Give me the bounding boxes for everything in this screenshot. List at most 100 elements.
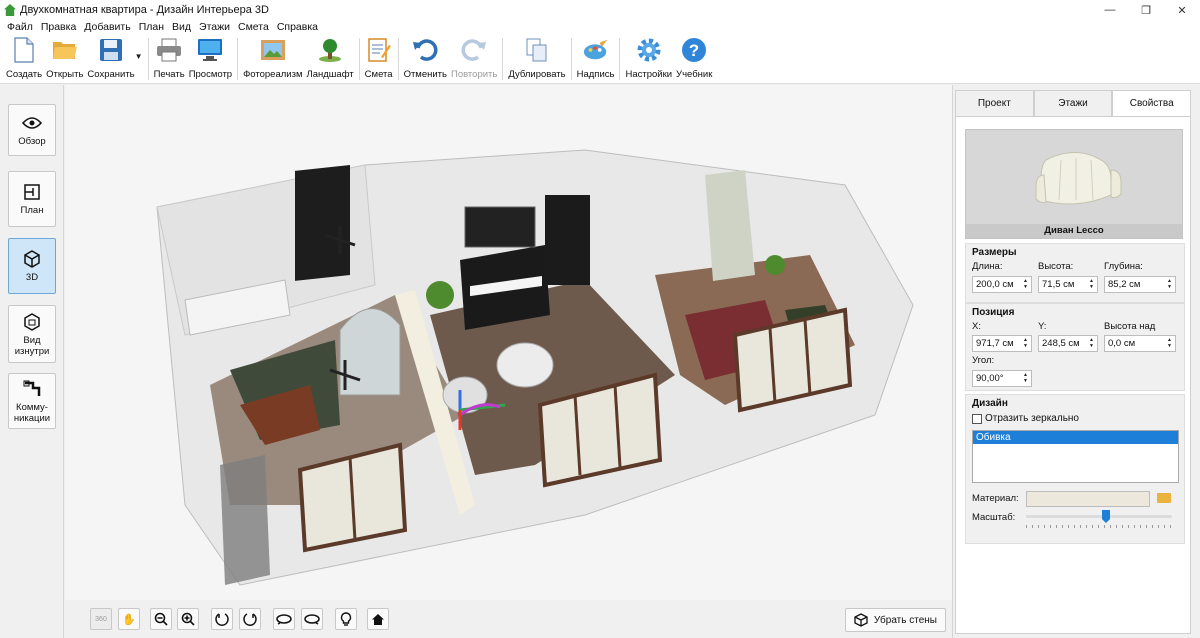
create-button[interactable]: Создать xyxy=(4,34,44,84)
rotate-left-button[interactable] xyxy=(211,608,233,630)
rotate-left-icon xyxy=(215,613,229,626)
tab-project[interactable]: Проект xyxy=(955,90,1034,116)
save-button[interactable]: Сохранить xyxy=(85,34,136,84)
spin-arrows-icon[interactable]: ▲ ▼ xyxy=(1087,278,1096,291)
spin-arrows-icon[interactable]: ▲ ▼ xyxy=(1165,278,1174,291)
material-label: Материал: xyxy=(972,493,1019,504)
close-button[interactable]: ✕ xyxy=(1164,0,1200,20)
remove-walls-button[interactable]: Убрать стены xyxy=(844,608,946,632)
list-item[interactable]: Обивка xyxy=(973,431,1178,444)
3d-viewport[interactable] xyxy=(65,85,952,600)
minimize-button[interactable]: — xyxy=(1092,0,1128,20)
rotate-right-button[interactable] xyxy=(239,608,261,630)
rotate-360-icon: 360 xyxy=(95,615,107,623)
x-field[interactable]: 971,7 см ▲ ▼ xyxy=(972,335,1032,352)
height-field[interactable]: 71,5 см ▲ ▼ xyxy=(1038,276,1098,293)
new-file-icon xyxy=(11,37,37,63)
pipes-icon xyxy=(22,379,42,399)
redo-button[interactable]: Повторить xyxy=(449,34,499,84)
material-parts-list[interactable]: Обивка xyxy=(972,430,1179,483)
preview-button[interactable]: Просмотр xyxy=(187,34,234,84)
spin-arrows-icon[interactable]: ▲ ▼ xyxy=(1021,337,1030,350)
maximize-button[interactable]: ❐ xyxy=(1128,0,1164,20)
mirror-checkbox[interactable]: Отразить зеркально xyxy=(972,413,1079,424)
material-swatch[interactable] xyxy=(1026,491,1150,507)
length-field[interactable]: 200,0 см ▲ ▼ xyxy=(972,276,1032,293)
depth-field[interactable]: 85,2 см ▲ ▼ xyxy=(1104,276,1176,293)
scale-label: Масштаб: xyxy=(972,512,1016,523)
panel-tabs: Проект Этажи Свойства xyxy=(955,90,1192,116)
inside-view-button[interactable]: Вид изнутри xyxy=(8,305,56,363)
copy-icon xyxy=(524,37,550,63)
sizes-title: Размеры xyxy=(972,247,1017,258)
estimate-button[interactable]: Смета xyxy=(363,34,395,84)
plan-view-button[interactable]: План xyxy=(8,171,56,227)
pan-hand-button[interactable]: ✋ xyxy=(118,608,140,630)
landscape-button[interactable]: Ландшафт xyxy=(305,34,356,84)
checkbox-box[interactable] xyxy=(972,413,982,424)
menu-file[interactable]: Файл xyxy=(3,21,37,33)
undo-button[interactable]: Отменить xyxy=(402,34,449,84)
toolbar-separator xyxy=(502,38,504,80)
folder-icon[interactable] xyxy=(1157,493,1171,503)
menu-plan[interactable]: План xyxy=(135,21,168,33)
toolbar-separator xyxy=(358,38,360,80)
menu-floors[interactable]: Этажи xyxy=(195,21,234,33)
menu-estimate[interactable]: Смета xyxy=(234,21,273,33)
open-button[interactable]: Открыть xyxy=(44,34,85,84)
properties-panel: Проект Этажи Свойства Диван Lecco Размер… xyxy=(952,85,1200,638)
tilt-down-button[interactable] xyxy=(301,608,323,630)
picture-frame-icon xyxy=(260,37,286,63)
photorealism-button[interactable]: Фотореализм xyxy=(241,34,304,84)
spin-arrows-icon[interactable]: ▲ ▼ xyxy=(1087,337,1096,350)
3d-view-button[interactable]: 3D xyxy=(8,238,56,294)
spin-arrows-icon[interactable]: ▲ ▼ xyxy=(1165,337,1174,350)
spin-arrows-icon[interactable]: ▲ ▼ xyxy=(1021,278,1030,291)
spin-arrows-icon[interactable]: ▲ ▼ xyxy=(1021,372,1030,385)
duplicate-button[interactable]: Дублировать xyxy=(506,34,567,84)
menu-add[interactable]: Добавить xyxy=(80,21,134,33)
floppy-disk-icon xyxy=(98,37,124,63)
toolbar-separator xyxy=(237,38,239,80)
object-name: Диван Lecco xyxy=(966,224,1182,238)
floor-height-field[interactable]: 0,0 см ▲ ▼ xyxy=(1104,335,1176,352)
title-bar: Двухкомнатная квартира - Дизайн Интерьер… xyxy=(0,0,1200,20)
tab-properties[interactable]: Свойства xyxy=(1112,90,1192,116)
room-interior-icon xyxy=(22,312,42,332)
zoom-in-button[interactable] xyxy=(177,608,199,630)
y-label: Y: xyxy=(1038,321,1047,332)
apartment-3d-render xyxy=(156,149,914,586)
menu-view[interactable]: Вид xyxy=(168,21,195,33)
zoom-in-icon xyxy=(181,612,195,626)
overview-button[interactable]: Обзор xyxy=(8,104,56,156)
y-field[interactable]: 248,5 см ▲ ▼ xyxy=(1038,335,1098,352)
window-controls: — ❐ ✕ xyxy=(1092,0,1200,20)
sizes-group: Размеры Длина: Высота: Глубина: 200,0 см… xyxy=(965,243,1185,303)
utilities-button[interactable]: Комму- никации xyxy=(8,373,56,429)
settings-button[interactable]: Настройки xyxy=(623,34,674,84)
print-button[interactable]: Печать xyxy=(152,34,187,84)
tree-icon xyxy=(317,37,343,63)
lighting-button[interactable] xyxy=(335,608,357,630)
tutorial-button[interactable]: ? Учебник xyxy=(674,34,714,84)
tab-floors[interactable]: Этажи xyxy=(1033,90,1113,116)
folder-open-icon xyxy=(52,37,78,63)
zoom-out-button[interactable] xyxy=(150,608,172,630)
svg-text:?: ? xyxy=(689,41,699,60)
caption-button[interactable]: Надпись xyxy=(575,34,617,84)
toolbar-separator xyxy=(619,38,621,80)
tilt-up-button[interactable] xyxy=(273,608,295,630)
menu-edit[interactable]: Правка xyxy=(37,21,80,33)
scale-slider-thumb[interactable] xyxy=(1102,510,1110,523)
home-view-button[interactable] xyxy=(367,608,389,630)
scale-slider[interactable] xyxy=(1026,515,1172,518)
x-label: X: xyxy=(972,321,981,332)
design-title: Дизайн xyxy=(972,398,1008,409)
position-group: Позиция X: Y: Высота над полом: 971,7 см… xyxy=(965,303,1185,391)
rotate-360-button[interactable]: 360 xyxy=(90,608,112,630)
notepad-pencil-icon xyxy=(366,37,392,63)
length-label: Длина: xyxy=(972,261,1003,272)
menu-help[interactable]: Справка xyxy=(273,21,322,33)
save-dropdown-arrow-icon[interactable]: ▼ xyxy=(135,34,143,61)
angle-field[interactable]: 90,00° ▲ ▼ xyxy=(972,370,1032,387)
